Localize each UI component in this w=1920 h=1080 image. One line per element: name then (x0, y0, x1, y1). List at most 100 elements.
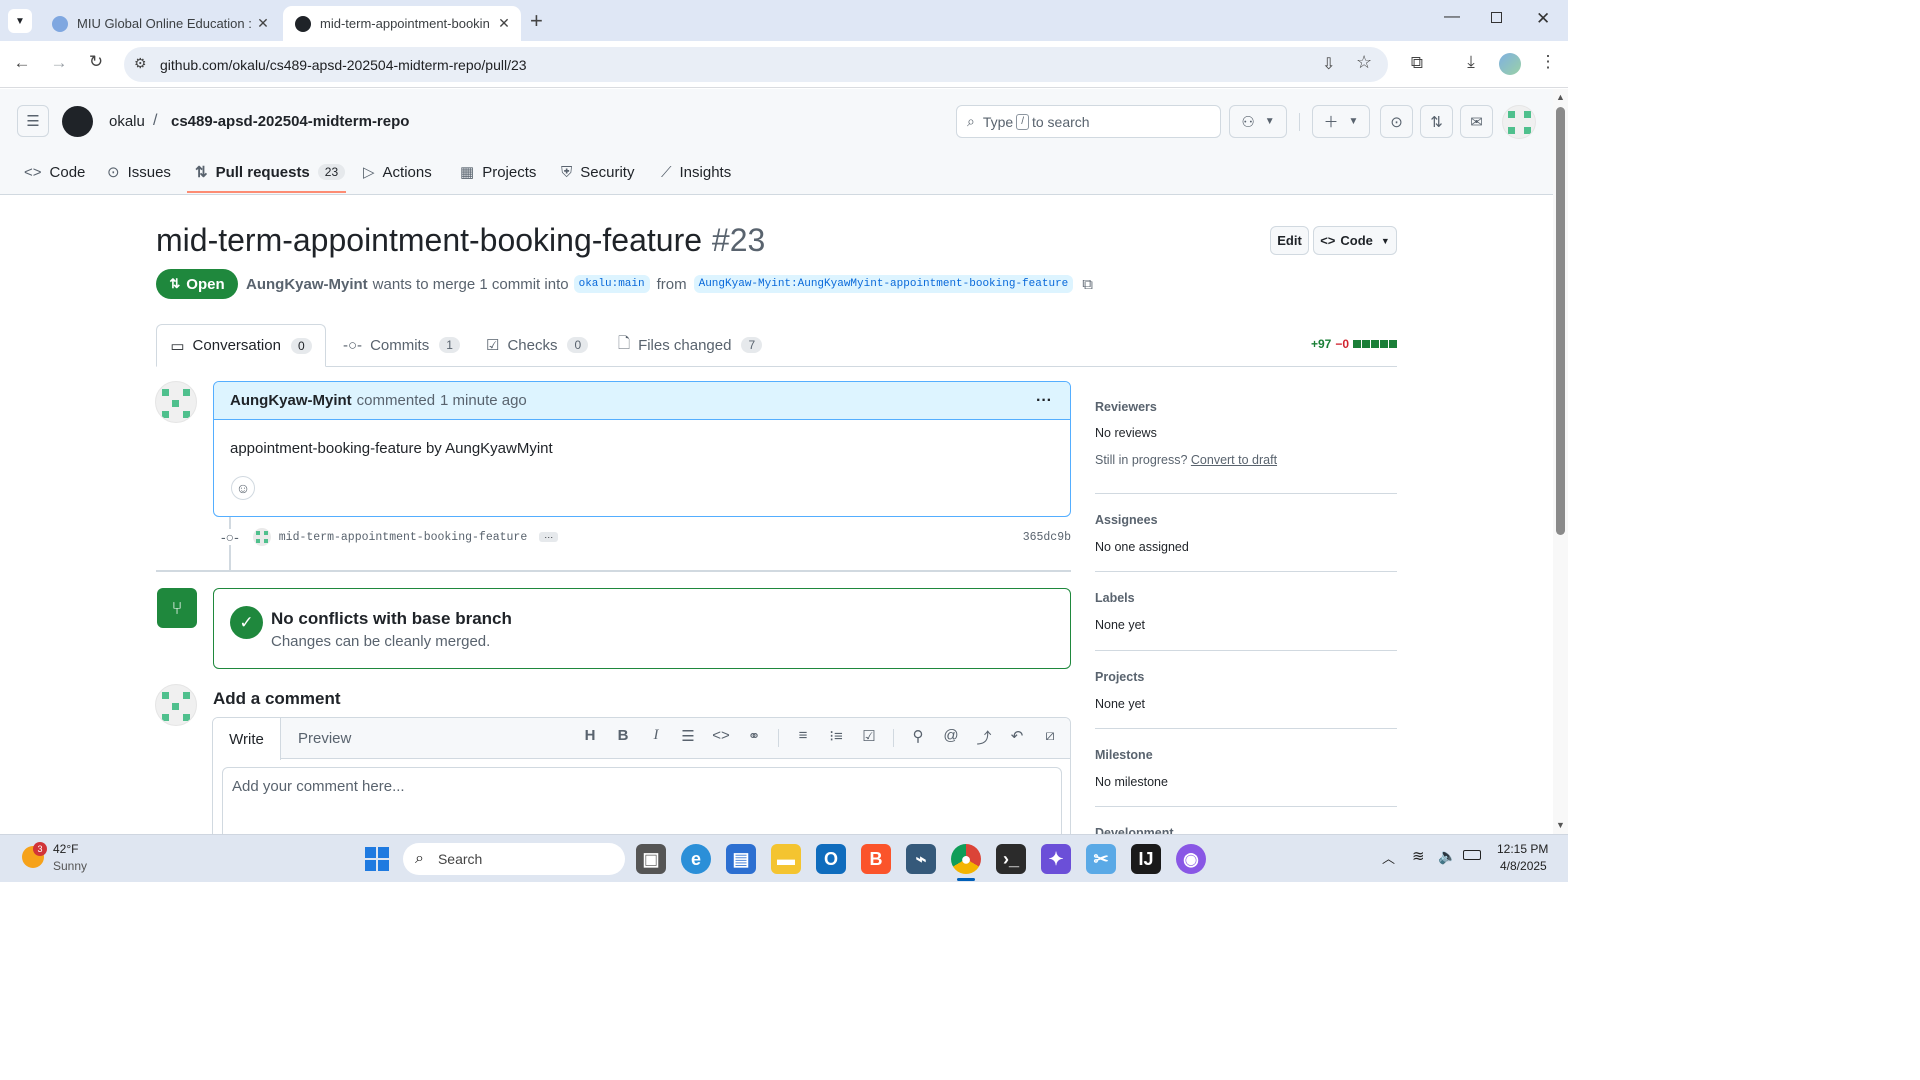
repo-nav-pull-requests[interactable]: ⇅ Pull requests 23 (195, 161, 346, 183)
repo-name-link[interactable]: cs489-apsd-202504-midterm-repo (171, 113, 409, 130)
quote-icon[interactable]: ☰ (676, 727, 700, 745)
close-window-icon[interactable]: ✕ (1536, 9, 1550, 29)
labels-heading[interactable]: Labels (1095, 591, 1135, 605)
scroll-down-arrow-icon[interactable]: ▼ (1556, 820, 1565, 830)
search-input[interactable]: ⌕ Type / to search (956, 105, 1221, 138)
tab-files-changed[interactable]: 🗋 Files changed 7 (618, 324, 763, 366)
brave-icon[interactable]: B (861, 844, 891, 874)
mention-icon[interactable]: @ (939, 727, 963, 744)
base-branch[interactable]: okalu:main (573, 275, 650, 293)
comment-author[interactable]: AungKyaw-Myint (230, 392, 352, 409)
tab-search-button[interactable]: ▼ (8, 9, 32, 33)
scroll-up-arrow-icon[interactable]: ▲ (1556, 92, 1565, 102)
repo-nav-issues[interactable]: ⊙ Issues (107, 161, 171, 183)
volume-muted-icon[interactable]: 🔈 (1438, 847, 1457, 865)
tab-commits[interactable]: -○- Commits 1 (343, 324, 460, 366)
extensions-icon[interactable]: ⧉ (1405, 53, 1429, 73)
store-icon[interactable]: ▤ (726, 844, 756, 874)
battery-icon[interactable] (1463, 850, 1481, 860)
author-avatar[interactable] (155, 381, 197, 423)
scrollbar-thumb[interactable] (1556, 107, 1565, 535)
bold-icon[interactable]: B (611, 727, 635, 744)
github-desktop-icon[interactable]: ◉ (1176, 844, 1206, 874)
copilot-button[interactable]: ⚇ ▼ (1229, 105, 1287, 138)
snipping-tool-icon[interactable]: ✂ (1086, 844, 1116, 874)
install-app-icon[interactable]: ⇩ (1322, 54, 1335, 74)
write-tab[interactable]: Write (213, 718, 281, 760)
start-windows-icon[interactable] (365, 847, 389, 871)
restore-icon[interactable] (1491, 12, 1502, 23)
committer-avatar[interactable] (252, 528, 271, 546)
comment-time[interactable]: 1 minute ago (440, 392, 527, 409)
repo-owner-link[interactable]: okalu (109, 113, 145, 130)
minimize-icon[interactable]: — (1444, 8, 1460, 26)
terminal-icon[interactable]: ›_ (996, 844, 1026, 874)
link-icon[interactable]: ⚭ (742, 727, 766, 745)
edit-title-button[interactable]: Edit (1270, 226, 1309, 255)
bookmark-star-icon[interactable]: ☆ (1356, 52, 1372, 73)
convert-to-draft-link[interactable]: Convert to draft (1191, 453, 1277, 467)
forward-icon[interactable]: → (47, 53, 71, 73)
pr-author-link[interactable]: AungKyaw-Myint (246, 276, 368, 293)
assignees-heading[interactable]: Assignees (1095, 513, 1158, 527)
chrome-icon[interactable]: ● (951, 844, 981, 874)
ordered-list-icon[interactable]: ≡ (791, 727, 815, 744)
outlook-icon[interactable]: O (816, 844, 846, 874)
slash-command-icon[interactable]: ⧄ (1038, 727, 1062, 744)
code-dropdown-button[interactable]: <> Code ▼ (1313, 226, 1397, 255)
copy-icon[interactable]: ⧉ (1082, 276, 1093, 293)
page-scrollbar[interactable]: ▲ ▼ (1553, 89, 1568, 834)
intellij-icon[interactable]: IJ (1131, 844, 1161, 874)
clock-date[interactable]: 4/8/2025 (1500, 859, 1547, 873)
repo-nav-projects[interactable]: ▦ Projects (460, 161, 536, 183)
show-hidden-icons[interactable]: ︿ (1382, 848, 1395, 867)
create-new-button[interactable]: ＋ ▼ (1312, 105, 1370, 138)
close-tab-icon[interactable]: ✕ (495, 15, 513, 32)
weather-temp[interactable]: 42°F (53, 842, 78, 856)
taskbar-search[interactable]: ⌕ Search (403, 843, 625, 875)
commit-message-link[interactable]: mid-term-appointment-booking-feature (279, 531, 527, 544)
heading-icon[interactable]: H (578, 727, 602, 744)
kebab-menu-icon[interactable]: ··· (1036, 392, 1052, 410)
reviewers-heading[interactable]: Reviewers (1095, 400, 1157, 414)
repo-nav-security[interactable]: ⛨ Security (561, 161, 634, 183)
code-icon[interactable]: <> (709, 727, 733, 744)
cross-reference-icon[interactable]: ⤴ (972, 727, 996, 748)
issues-button[interactable]: ⊙ (1380, 105, 1413, 138)
task-list-icon[interactable]: ☑ (857, 727, 881, 745)
inbox-button[interactable]: ✉ (1460, 105, 1493, 138)
hamburger-menu-button[interactable]: ☰ (17, 105, 49, 137)
attach-icon[interactable]: ⚲ (906, 727, 930, 745)
repo-nav-actions[interactable]: ▷ Actions (363, 161, 432, 183)
task-view-icon[interactable]: ▣ (636, 844, 666, 874)
reply-icon[interactable]: ↶ (1005, 727, 1029, 745)
address-bar[interactable]: ⚙ github.com/okalu/cs489-apsd-202504-mid… (124, 47, 1388, 82)
pull-requests-button[interactable]: ⇅ (1420, 105, 1453, 138)
user-avatar[interactable] (1502, 105, 1536, 139)
github-logo-icon[interactable] (62, 106, 93, 137)
add-reaction-icon[interactable]: ☺ (231, 476, 255, 500)
ai-assistant-icon[interactable]: ✦ (1041, 844, 1071, 874)
new-tab-button[interactable]: + (530, 8, 543, 34)
wifi-icon[interactable]: ≋ (1412, 847, 1425, 865)
file-explorer-icon[interactable]: ▬ (771, 844, 801, 874)
edge-icon[interactable]: e (681, 844, 711, 874)
close-tab-icon[interactable]: ✕ (254, 15, 272, 32)
profile-avatar[interactable] (1499, 53, 1521, 75)
italic-icon[interactable]: I (644, 727, 668, 744)
projects-heading[interactable]: Projects (1095, 670, 1144, 684)
back-icon[interactable]: ← (10, 53, 34, 73)
preview-tab[interactable]: Preview (298, 730, 351, 747)
commit-expand-button[interactable]: ··· (539, 532, 559, 542)
reload-icon[interactable]: ↻ (84, 52, 108, 72)
downloads-icon[interactable]: ⤓ (1459, 52, 1483, 72)
unordered-list-icon[interactable]: ⁝≡ (824, 727, 848, 745)
browser-tab-miu[interactable]: MIU Global Online Education : C ✕ (40, 6, 280, 41)
site-info-icon[interactable]: ⚙ (134, 55, 147, 72)
tab-checks[interactable]: ☑ Checks 0 (486, 324, 589, 366)
milestone-heading[interactable]: Milestone (1095, 748, 1153, 762)
head-branch[interactable]: AungKyaw-Myint:AungKyawMyint-appointment… (693, 275, 1074, 293)
tab-conversation[interactable]: ▭ Conversation 0 (156, 324, 326, 367)
commit-sha-link[interactable]: 365dc9b (1023, 531, 1071, 544)
mysql-workbench-icon[interactable]: ⌁ (906, 844, 936, 874)
